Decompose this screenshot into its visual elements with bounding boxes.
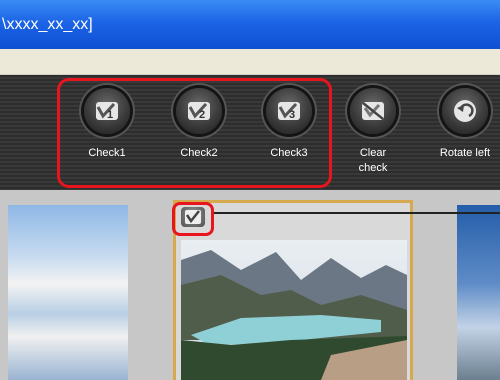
clear-check-label-line2: check — [358, 162, 388, 174]
check-mark-highlight — [172, 202, 214, 236]
window-title: \xxxx_xx_xx] — [2, 16, 93, 33]
rotate-left-label: Rotate left — [439, 147, 491, 159]
clear-check-label-line1: Clear — [359, 147, 387, 159]
rotate-left-button[interactable]: Rotate left — [430, 88, 500, 161]
thumbnail-partial-right[interactable] — [457, 205, 500, 380]
thumbnail-sky-clouds[interactable] — [8, 205, 128, 380]
callout-line — [214, 212, 500, 214]
check-buttons-highlight — [57, 78, 332, 188]
clear-check-button[interactable]: Clear check — [338, 88, 408, 176]
clear-check-label: Clear check — [338, 146, 408, 176]
mountain-lake-image — [181, 240, 407, 380]
thumbnail-mountain-lake[interactable] — [181, 240, 407, 380]
title-bar: \xxxx_xx_xx] — [0, 0, 500, 49]
rotate-left-icon — [454, 100, 476, 122]
clear-check-icon — [362, 102, 384, 120]
menu-bar — [0, 49, 500, 75]
